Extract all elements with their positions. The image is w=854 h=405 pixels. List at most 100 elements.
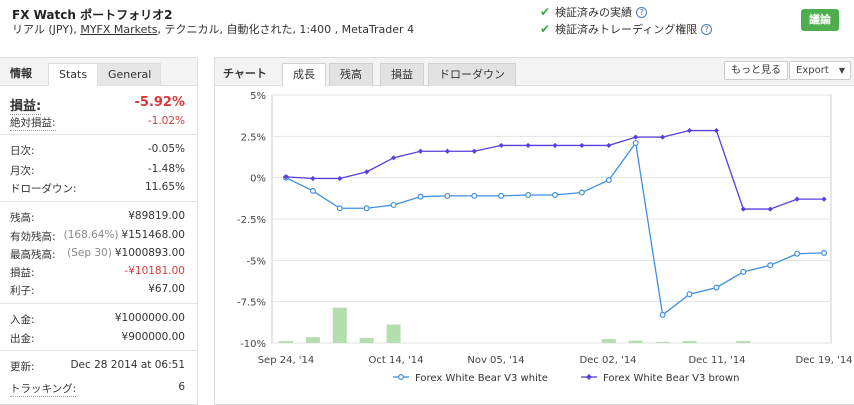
highest-date: (Sep 30) [67, 247, 112, 259]
monthly-label: 月次: [10, 165, 35, 177]
tracking-label[interactable]: トラッキング: [10, 381, 77, 397]
x-tick-label: Dec 11, '14 [688, 355, 745, 366]
y-tick-label: 5% [250, 91, 266, 102]
data-point [767, 262, 774, 269]
y-tick-label: -10% [240, 339, 266, 350]
legend-label: Forex White Bear V3 brown [603, 373, 739, 384]
broker-link[interactable]: MYFX Markets [80, 23, 157, 36]
gain-label: 損益: [10, 95, 42, 115]
y-tick-label: 2.5% [241, 132, 266, 143]
chart-label: チャート [223, 67, 267, 80]
withdrawals-label: 出金: [10, 333, 35, 345]
balance-value: ¥89819.00 [128, 210, 185, 222]
verified-trading-privileges-label: 検証済みトレーディング権限 [555, 23, 698, 36]
divider [0, 350, 197, 351]
tab-drawdown[interactable]: ドローダウン [428, 63, 516, 86]
updated-row: 更新: Dec 28 2014 at 06:51 [10, 359, 185, 374]
deposits-value: ¥1000000.00 [114, 312, 185, 324]
data-point [363, 205, 370, 212]
volume-bar [386, 324, 401, 343]
data-point [740, 268, 747, 275]
x-tick-label: Nov 05, '14 [467, 355, 524, 366]
tab-profit[interactable]: 損益 [380, 63, 424, 86]
discuss-button[interactable]: 議論 [801, 9, 839, 31]
divider [0, 201, 197, 202]
tracking-row: トラッキング: 6 [10, 381, 185, 397]
withdrawals-value: ¥900000.00 [121, 331, 185, 343]
divider [0, 303, 197, 304]
sidebar-tabs: 情報 Stats General [0, 58, 197, 86]
data-point [498, 192, 505, 199]
data-point [309, 187, 316, 194]
abs-gain-label: 絶対損益: [10, 117, 56, 131]
verified-track-record-label: 検証済みの実績 [555, 6, 633, 19]
gain-value: -5.92% [134, 95, 186, 110]
deposits-row: 入金: ¥1000000.00 [10, 312, 185, 327]
daily-row: 日次: -0.05% [10, 143, 185, 158]
volume-bar [736, 341, 751, 343]
legend-label: Forex White Bear V3 white [415, 373, 548, 384]
verified-track-record: ✔ 検証済みの実績 ? [540, 4, 648, 20]
chart-tabs: チャート 成長 残高 損益 ドローダウン もっと見る Export ▼ [215, 58, 854, 86]
interest-label: 利子: [10, 285, 35, 297]
drawdown-row: ドローダウン: 11.65% [10, 181, 185, 196]
data-point [417, 193, 424, 200]
data-point [632, 139, 639, 146]
export-label: Export [796, 65, 829, 76]
chevron-down-icon: ▼ [838, 66, 845, 75]
data-point [390, 201, 397, 208]
data-point [686, 291, 693, 298]
data-point [713, 284, 720, 291]
volume-bar [628, 340, 643, 343]
volume-bar [601, 339, 616, 343]
data-point [471, 192, 478, 199]
tab-general[interactable]: General [97, 63, 161, 86]
help-icon[interactable]: ? [701, 23, 713, 35]
balance-label: 残高: [10, 212, 35, 224]
y-tick-label: -7.5% [237, 298, 266, 309]
stats-sidebar: 情報 Stats General 損益: -5.92% 絶対損益: -1.02%… [0, 57, 198, 405]
tab-growth[interactable]: 成長 [282, 63, 326, 86]
data-point [525, 192, 532, 199]
balance-row: 残高: ¥89819.00 [10, 210, 185, 225]
monthly-row: 月次: -1.48% [10, 163, 185, 178]
interest-row: 利子: ¥67.00 [10, 283, 185, 298]
daily-label: 日次: [10, 145, 35, 157]
withdrawals-row: 出金: ¥900000.00 [10, 331, 185, 346]
export-dropdown[interactable]: Export ▼ [789, 61, 851, 80]
y-tick-label: -2.5% [237, 215, 266, 226]
more-button[interactable]: もっと見る [724, 61, 788, 80]
data-point [820, 249, 827, 256]
data-point [659, 311, 666, 318]
volume-bar [305, 337, 320, 343]
deposits-label: 入金: [10, 314, 35, 326]
check-icon: ✔ [540, 5, 551, 19]
interest-value: ¥67.00 [148, 283, 185, 295]
account-type: リアル (JPY), [12, 23, 81, 36]
tab-info[interactable]: 情報 [0, 63, 42, 86]
verified-trading-privileges: ✔ 検証済みトレーディング権限 ? [540, 21, 713, 37]
highest-row: 最高残高: (Sep 30) ¥1000893.00 [10, 247, 185, 262]
abs-gain-row: 絶対損益: -1.02% [10, 115, 185, 131]
help-icon[interactable]: ? [636, 6, 648, 18]
volume-bar [655, 341, 670, 343]
updated-value: Dec 28 2014 at 06:51 [70, 359, 185, 371]
tab-balance[interactable]: 残高 [329, 63, 373, 86]
check-icon: ✔ [540, 22, 551, 36]
highest-value: ¥1000893.00 [114, 247, 185, 259]
volume-bar [332, 307, 347, 343]
profit-label: 損益: [10, 267, 35, 279]
legend-marker [398, 374, 405, 381]
x-tick-label: Dec 19, '14 [795, 355, 852, 366]
data-point [552, 192, 559, 199]
drawdown-value: 11.65% [144, 181, 185, 193]
monthly-value: -1.48% [147, 163, 185, 175]
volume-bar [279, 341, 293, 343]
equity-value: ¥151468.00 [121, 229, 185, 241]
tab-stats[interactable]: Stats [48, 63, 99, 86]
account-subtitle: リアル (JPY), MYFX Markets, テクニカル, 自動化された, … [12, 21, 414, 37]
volume-bar [682, 341, 697, 343]
data-point [444, 192, 451, 199]
profit-row: 損益: -¥10181.00 [10, 265, 185, 280]
legend-marker [586, 374, 592, 380]
